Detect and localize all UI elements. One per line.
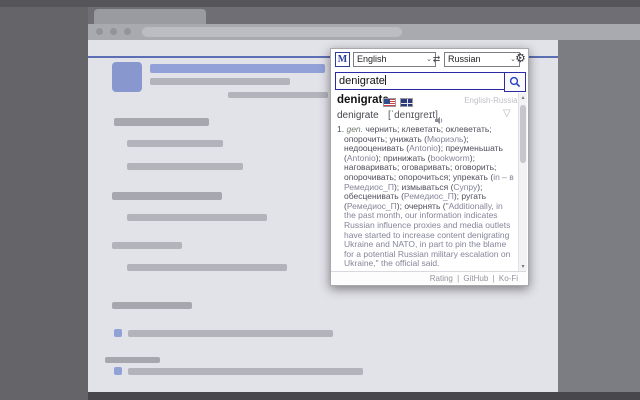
dimmed-text-line: [228, 92, 328, 98]
source-language-value: English: [357, 54, 387, 64]
screen: M English ⌄ ⇄ Russian ⌄ ⚙ denigrate deni…: [0, 0, 640, 400]
page-subtitle-line: [150, 78, 290, 85]
forward-icon[interactable]: [110, 28, 117, 35]
refresh-icon[interactable]: [124, 28, 131, 35]
expand-entry-icon[interactable]: ▽: [503, 108, 511, 119]
page-title-link: [150, 64, 325, 73]
target-language-select[interactable]: Russian ⌄: [444, 52, 520, 67]
address-bar[interactable]: [142, 27, 402, 37]
direction-label: English-Russian: [464, 96, 522, 105]
dimmed-text-line: [112, 242, 182, 249]
dimmed-text-line: [127, 264, 287, 271]
dimmed-text-line: [128, 330, 333, 337]
back-icon[interactable]: [96, 28, 103, 35]
swap-languages-icon[interactable]: ⇄: [431, 52, 442, 67]
dimmed-heading: [112, 302, 192, 309]
search-button[interactable]: [504, 72, 526, 92]
entry-transcription: [ˈdenɪgreɪt]: [388, 110, 438, 121]
browser-tab[interactable]: [94, 9, 206, 24]
results-scrollbar[interactable]: ▴ ▾: [518, 93, 527, 271]
uk-flag-icon: [400, 98, 413, 107]
entry-headword: denigrate: [337, 94, 389, 106]
translations-text: чернить; клеветать; оклеветать; опорочит…: [344, 125, 514, 270]
scrollbar-thumb[interactable]: [520, 105, 526, 163]
dimmed-heading: [114, 118, 209, 126]
scroll-down-icon[interactable]: ▾: [519, 263, 527, 270]
rating-link[interactable]: Rating: [430, 274, 453, 283]
scroll-up-icon[interactable]: ▴: [519, 94, 527, 101]
kofi-link[interactable]: Ko-Fi: [499, 274, 518, 283]
dimmed-page-margin: [558, 40, 640, 392]
multitran-popup: M English ⌄ ⇄ Russian ⌄ ⚙ denigrate deni…: [330, 48, 529, 286]
window-frame-bottom: [88, 392, 640, 400]
dimmed-text-line: [127, 163, 243, 170]
translations-list: 1. gen. чернить; клеветать; оклеветать; …: [337, 125, 514, 270]
dimmed-text-line: [127, 214, 267, 221]
dimmed-heading: [112, 192, 222, 200]
search-input[interactable]: denigrate: [335, 72, 509, 90]
page-avatar: [112, 62, 142, 92]
search-icon: [509, 76, 521, 88]
popup-footer: Rating | GitHub | Ko-Fi: [331, 271, 526, 284]
footer-separator: |: [457, 274, 460, 283]
dimmed-heading: [105, 357, 160, 363]
dimmed-bullet-icon: [114, 367, 122, 375]
target-language-value: Russian: [448, 54, 481, 64]
footer-separator: |: [492, 274, 495, 283]
dimmed-text-line: [127, 140, 223, 147]
text-caret: [384, 75, 386, 85]
source-language-select[interactable]: English ⌄: [353, 52, 436, 67]
gear-icon[interactable]: ⚙: [514, 50, 527, 67]
github-link[interactable]: GitHub: [463, 274, 488, 283]
us-flag-icon: [383, 98, 396, 107]
window-frame-top: [0, 0, 640, 7]
entry-word: denigrate: [337, 110, 379, 121]
multitran-logo-icon: M: [335, 52, 350, 67]
dimmed-bullet-icon: [114, 329, 122, 337]
search-input-value: denigrate: [339, 75, 385, 87]
dimmed-text-line: [128, 368, 363, 375]
